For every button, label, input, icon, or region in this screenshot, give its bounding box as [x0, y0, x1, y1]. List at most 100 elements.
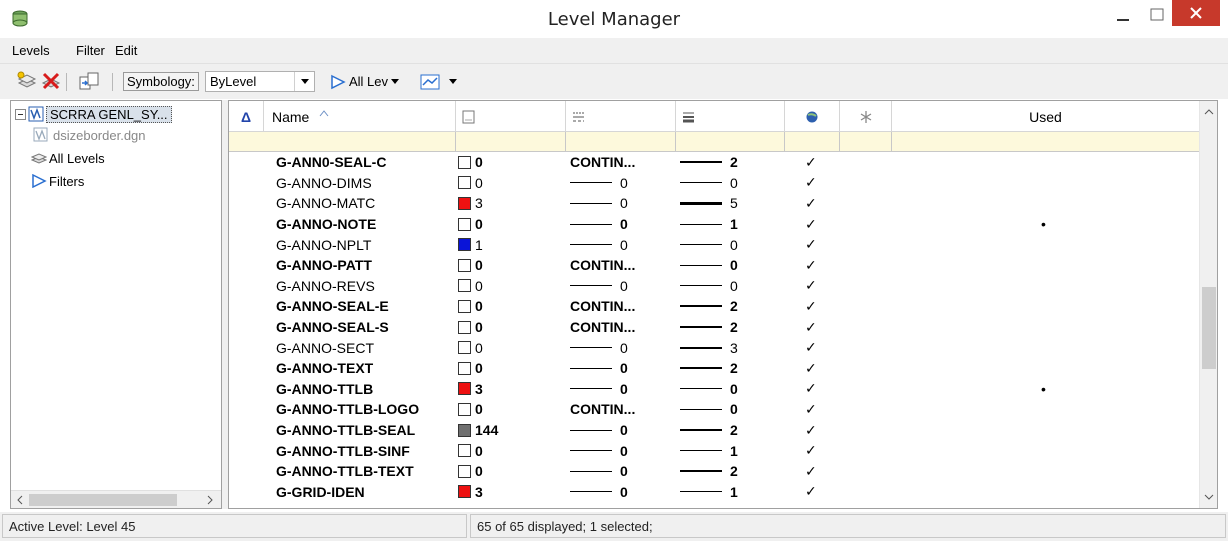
table-row[interactable]: G-ANNO-TEXT 0 0 2 ✓	[229, 358, 1199, 379]
cell-display[interactable]: ✓	[805, 234, 825, 255]
column-header-name[interactable]: Name	[264, 101, 456, 132]
cell-style[interactable]: 0	[570, 482, 676, 503]
filter-row[interactable]	[229, 132, 1199, 152]
import-export-icon[interactable]	[78, 71, 100, 91]
cell-weight[interactable]: 3	[680, 337, 785, 358]
cell-display[interactable]: ✓	[805, 379, 825, 400]
cell-color[interactable]: 0	[458, 358, 566, 379]
grid-scroll-thumb[interactable]	[1202, 287, 1216, 369]
cell-style[interactable]: 0	[570, 440, 676, 461]
cell-name[interactable]: G-ANNO-SECT	[276, 337, 456, 358]
cell-color[interactable]: 0	[458, 276, 566, 297]
cell-style[interactable]: CONTIN...	[570, 296, 676, 317]
cell-color[interactable]: 1	[458, 234, 566, 255]
cell-color[interactable]: 0	[458, 317, 566, 338]
collapse-icon[interactable]	[15, 108, 26, 120]
cell-weight[interactable]: 0	[680, 173, 785, 194]
cell-display[interactable]: ✓	[805, 214, 825, 235]
cell-display[interactable]: ✓	[805, 255, 825, 276]
cell-style[interactable]: 0	[570, 173, 676, 194]
cell-style[interactable]: CONTIN...	[570, 255, 676, 276]
tree-item-dsizeborder[interactable]: dsizeborder.dgn	[33, 124, 146, 146]
maximize-button[interactable]	[1140, 0, 1174, 30]
cell-name[interactable]: G-ANNO-TTLB-SINF	[276, 440, 456, 461]
cell-name[interactable]: G-ANNO-TEXT	[276, 358, 456, 379]
cell-color[interactable]: 3	[458, 482, 566, 503]
menu-levels[interactable]: Levels	[12, 43, 50, 58]
cell-display[interactable]: ✓	[805, 440, 825, 461]
table-row[interactable]: G-ANNO-PATT 0 CONTIN... 0 ✓	[229, 255, 1199, 276]
cell-name[interactable]: G-ANNO-TTLB-SEAL	[276, 420, 456, 441]
cell-name[interactable]: G-ANN0-SEAL-C	[276, 152, 456, 173]
cell-weight[interactable]: 2	[680, 461, 785, 482]
tree-item-all-levels[interactable]: All Levels	[31, 147, 105, 169]
cell-display[interactable]: ✓	[805, 173, 825, 194]
display-options-dropdown[interactable]	[420, 71, 457, 92]
cell-color[interactable]: 0	[458, 173, 566, 194]
table-row[interactable]: G-ANNO-TTLB 3 0 0 ✓ •	[229, 379, 1199, 400]
scroll-down-icon[interactable]	[1204, 492, 1214, 502]
tree-scroll-thumb[interactable]	[29, 494, 177, 506]
filter-cell-style[interactable]	[566, 132, 676, 152]
cell-display[interactable]: ✓	[805, 420, 825, 441]
cell-weight[interactable]: 0	[680, 379, 785, 400]
scroll-right-icon[interactable]	[205, 495, 215, 505]
tree-item-root[interactable]: SCRRA GENL_SY...	[15, 103, 172, 125]
column-header-weight[interactable]	[676, 101, 785, 132]
column-header-freeze[interactable]	[840, 101, 892, 132]
cell-name[interactable]: G-ANNO-SEAL-E	[276, 296, 456, 317]
sort-indicator-column[interactable]: Δ	[229, 101, 264, 132]
cell-color[interactable]: 0	[458, 337, 566, 358]
filter-cell-name[interactable]	[229, 132, 456, 152]
table-row[interactable]: G-ANNO-REVS 0 0 0 ✓	[229, 276, 1199, 297]
cell-style[interactable]: CONTIN...	[570, 399, 676, 420]
table-row[interactable]: G-ANNO-SEAL-E 0 CONTIN... 2 ✓	[229, 296, 1199, 317]
cell-display[interactable]: ✓	[805, 296, 825, 317]
cell-style[interactable]: CONTIN...	[570, 152, 676, 173]
table-row[interactable]: G-ANNO-SEAL-S 0 CONTIN... 2 ✓	[229, 317, 1199, 338]
cell-color[interactable]: 0	[458, 296, 566, 317]
cell-weight[interactable]: 2	[680, 317, 785, 338]
filter-cell-display[interactable]	[785, 132, 840, 152]
cell-name[interactable]: G-ANNO-TTLB-TEXT	[276, 461, 456, 482]
cell-color[interactable]: 144	[458, 420, 566, 441]
tree-item-filters[interactable]: Filters	[31, 170, 84, 192]
table-row[interactable]: G-ANNO-DIMS 0 0 0 ✓	[229, 173, 1199, 194]
symbology-dropdown[interactable]: ByLevel	[205, 71, 315, 92]
filter-cell-used[interactable]	[892, 132, 1199, 152]
grid-vertical-scrollbar[interactable]	[1199, 101, 1217, 508]
cell-style[interactable]: 0	[570, 214, 676, 235]
cell-name[interactable]: G-ANNO-MATC	[276, 193, 456, 214]
delete-level-icon[interactable]	[40, 71, 62, 91]
cell-name[interactable]: G-ANNO-TTLB	[276, 379, 456, 400]
table-row[interactable]: G-ANNO-SECT 0 0 3 ✓	[229, 337, 1199, 358]
cell-weight[interactable]: 0	[680, 399, 785, 420]
cell-weight[interactable]: 2	[680, 296, 785, 317]
cell-weight[interactable]: 2	[680, 358, 785, 379]
cell-color[interactable]: 0	[458, 399, 566, 420]
cell-weight[interactable]: 0	[680, 234, 785, 255]
cell-color[interactable]: 0	[458, 152, 566, 173]
table-row[interactable]: G-ANNO-NPLT 1 0 0 ✓	[229, 234, 1199, 255]
cell-name[interactable]: G-ANNO-PATT	[276, 255, 456, 276]
cell-name[interactable]: G-ANNO-NPLT	[276, 234, 456, 255]
cell-name[interactable]: G-GRID-IDEN	[276, 482, 456, 503]
scroll-left-icon[interactable]	[15, 495, 25, 505]
table-row[interactable]: G-GRID-IDEN 3 0 1 ✓	[229, 482, 1199, 503]
cell-display[interactable]: ✓	[805, 317, 825, 338]
filter-cell-freeze[interactable]	[840, 132, 892, 152]
table-row[interactable]: G-ANN0-SEAL-C 0 CONTIN... 2 ✓	[229, 152, 1199, 173]
cell-display[interactable]: ✓	[805, 152, 825, 173]
cell-display[interactable]: ✓	[805, 358, 825, 379]
column-header-color[interactable]	[456, 101, 566, 132]
cell-weight[interactable]: 0	[680, 276, 785, 297]
cell-name[interactable]: G-ANNO-TTLB-LOGO	[276, 399, 456, 420]
filter-cell-color[interactable]	[456, 132, 566, 152]
cell-style[interactable]: 0	[570, 358, 676, 379]
cell-weight[interactable]: 5	[680, 193, 785, 214]
cell-display[interactable]: ✓	[805, 276, 825, 297]
column-header-style[interactable]	[566, 101, 676, 132]
cell-style[interactable]: 0	[570, 461, 676, 482]
minimize-button[interactable]	[1106, 0, 1140, 30]
table-row[interactable]: G-ANNO-NOTE 0 0 1 ✓ •	[229, 214, 1199, 235]
